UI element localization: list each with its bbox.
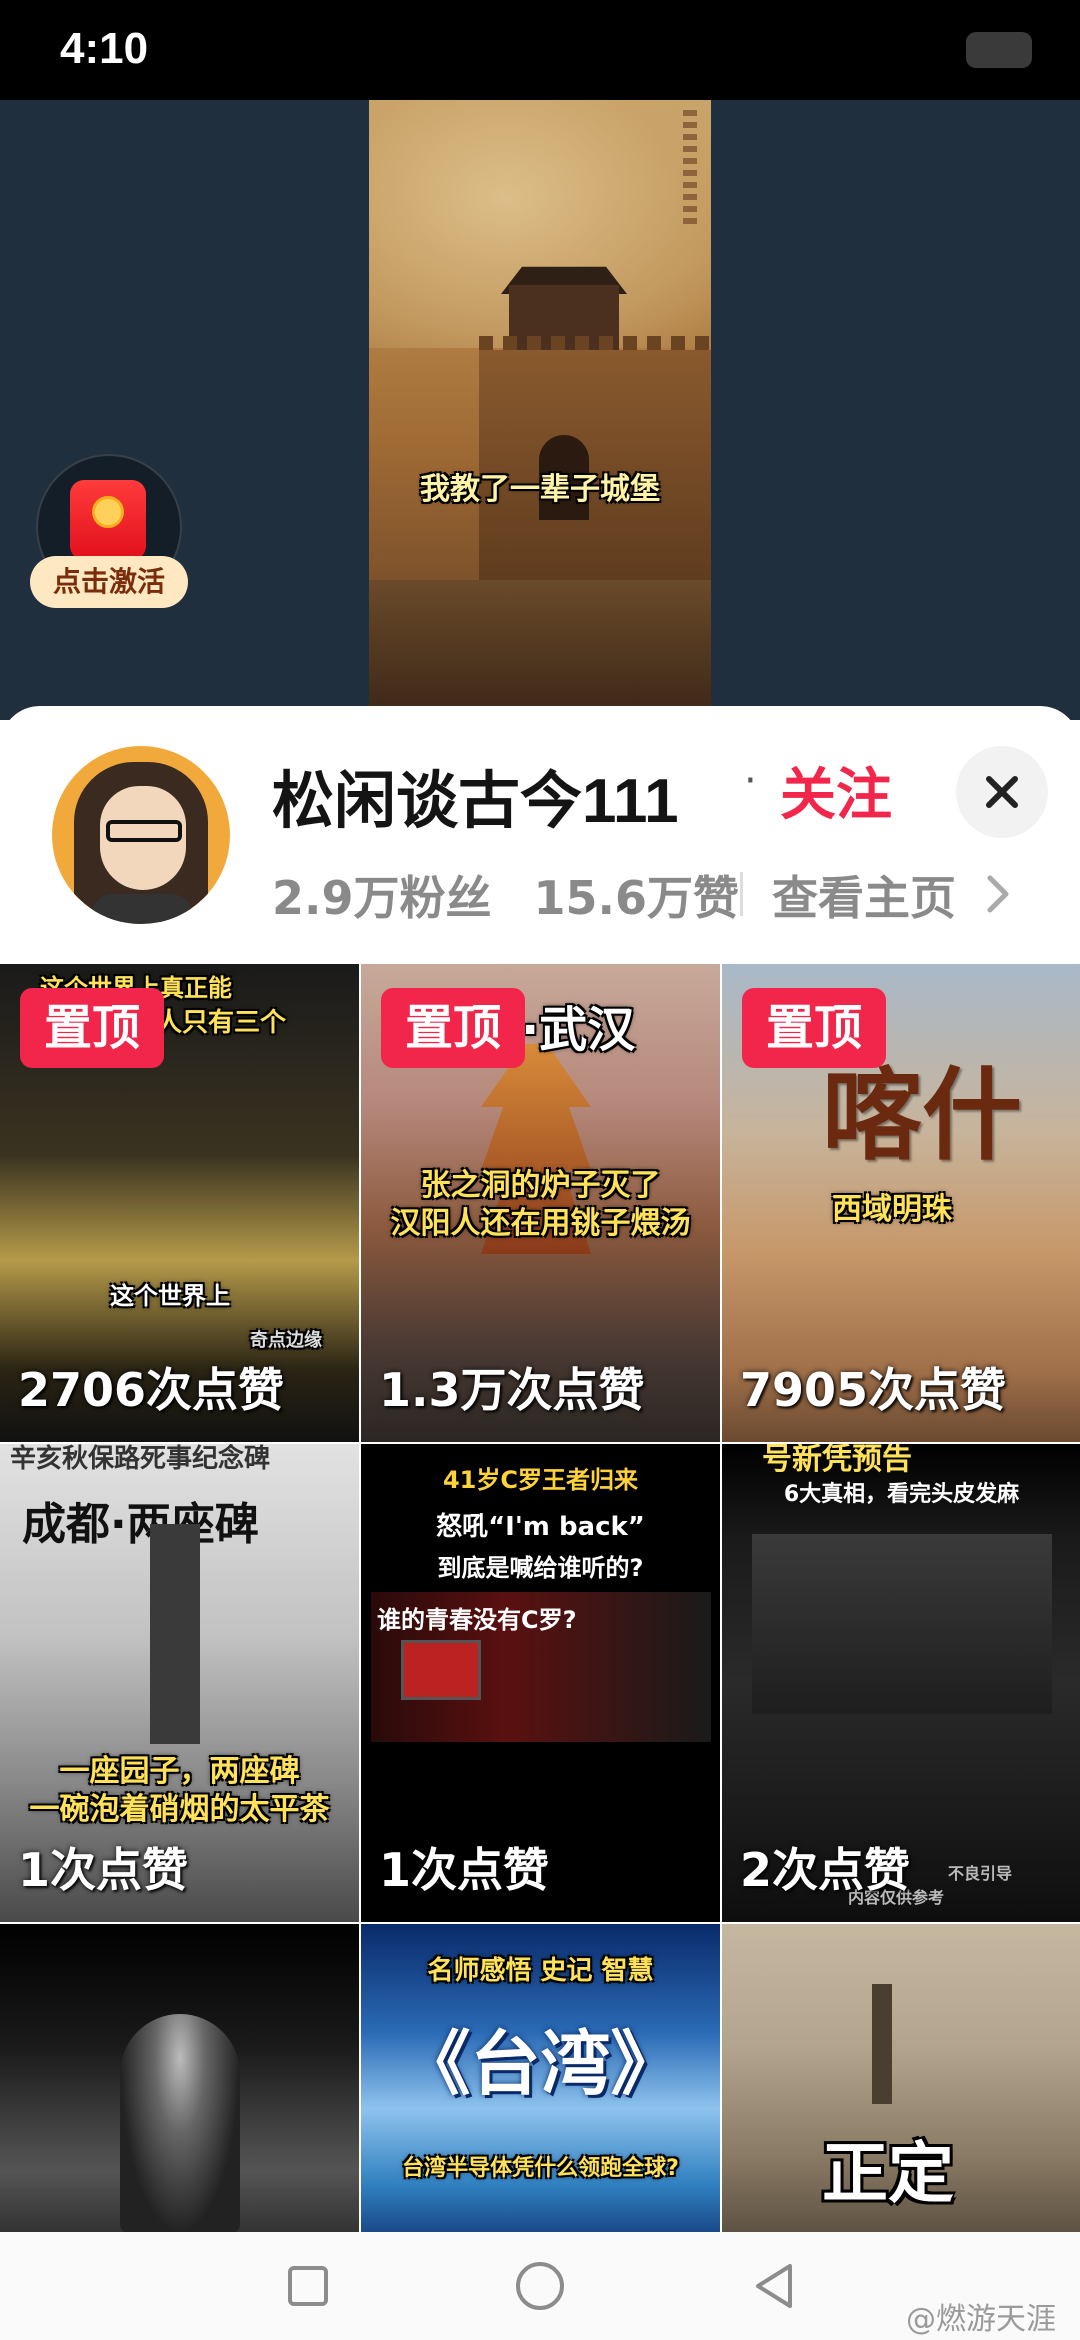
tile-6-top-text: 号新凭预告 (762, 1444, 912, 1477)
tile-4-line-2: 一碗泡着硝烟的太平茶 (29, 1792, 330, 1827)
watermark: @燃游天涯 (906, 2302, 1056, 2337)
profile-stats: 2.9万粉丝 15.6万赞 (272, 862, 765, 928)
separator-dot: · (744, 758, 757, 804)
video-seal (683, 110, 697, 230)
tile-3-subtitle: 西域明珠 (832, 1192, 952, 1227)
pinned-badge: 置顶 (381, 988, 525, 1068)
video-frame[interactable]: 我教了一辈子城堡 (369, 100, 711, 720)
tile-4-monument (150, 1524, 200, 1744)
tile-1-likes: 2706次点赞 (18, 1363, 285, 1417)
close-icon (986, 776, 1018, 808)
likes-count: 15.6万赞 (533, 871, 740, 925)
video-tile-3[interactable]: 喀什 西域明珠 置顶 7905次点赞 (722, 964, 1080, 1442)
tile-5-line-2: 怒吼“I'm back” (436, 1512, 645, 1542)
chevron-right-icon (987, 875, 1009, 913)
avatar-glasses (106, 820, 182, 842)
video-tile-9[interactable]: 正定 (722, 1924, 1080, 2232)
profile-sheet: 松闲谈古今111 · 关注 2.9万粉丝 15.6万赞 查看主页 这个世界上真正… (0, 706, 1080, 2340)
video-tile-8[interactable]: 名师感悟 史记 智慧 《台湾》 台湾半导体凭什么领跑全球? (361, 1924, 720, 2232)
back-icon[interactable] (718, 2232, 826, 2340)
tile-9-title: 正定 (822, 2135, 954, 2212)
pinned-badge: 置顶 (20, 988, 164, 1068)
tile-5-likes: 1次点赞 (379, 1843, 550, 1897)
tile-9-pagoda (872, 1984, 892, 2104)
tile-1-brand: 奇点边缘 (250, 1330, 322, 1351)
video-tile-6[interactable]: 号新凭预告 6大真相，看完头皮发麻 不良引导 内容仅供参考 2次点赞 (722, 1444, 1080, 1922)
tile-6-line-1: 6大真相，看完头皮发麻 (783, 1482, 1020, 1507)
tile-7-figure (120, 2014, 240, 2232)
tile-6-footnote: 不良引导 (948, 1864, 1013, 1883)
home-icon[interactable] (486, 2232, 594, 2340)
tile-8-title: 《台湾》 (400, 2023, 681, 2105)
status-bar: 4:10 (0, 0, 1080, 100)
tile-5-line-1: 41岁C罗王者归来 (442, 1466, 638, 1494)
video-ground (369, 580, 711, 720)
red-packet-coin-icon (92, 496, 124, 528)
tile-5-line-3: 到底是喊给谁听的? (437, 1554, 644, 1582)
video-tile-7[interactable] (0, 1924, 359, 2232)
tile-1-mid-text: 这个世界上 (110, 1282, 230, 1310)
avatar[interactable] (52, 746, 230, 924)
tile-5-tv (401, 1640, 481, 1700)
tile-8-line-2: 台湾半导体凭什么领跑全球? (402, 2156, 679, 2181)
battery-icon (966, 32, 1032, 68)
video-tile-4[interactable]: 辛亥秋保路死事纪念碑 成都·两座碑 一座园子，两座碑 一碗泡着硝烟的太平茶 1次… (0, 1444, 359, 1922)
tile-5-line-4: 谁的青春没有C罗? (377, 1606, 577, 1634)
username[interactable]: 松闲谈古今111 (272, 750, 679, 840)
stats-divider (740, 872, 743, 916)
avatar-body (92, 894, 192, 924)
video-caption: 我教了一辈子城堡 (420, 472, 660, 507)
status-time: 4:10 (60, 24, 149, 73)
followers-count: 2.9万粉丝 (272, 871, 492, 925)
close-button[interactable] (956, 746, 1048, 838)
tile-2-likes: 1.3万次点赞 (379, 1363, 645, 1417)
pinned-badge: 置顶 (742, 988, 886, 1068)
follow-button[interactable]: 关注 (780, 750, 892, 831)
video-tile-1[interactable]: 这个世界上真正能 的人只有三个 这个世界上 奇点边缘 置顶 2706次点赞 (0, 964, 359, 1442)
tile-3-likes: 7905次点赞 (740, 1363, 1007, 1417)
tile-4-top-text: 辛亥秋保路死事纪念碑 (10, 1444, 271, 1474)
red-packet-label[interactable]: 点击激活 (30, 556, 188, 608)
tile-8-line-1: 名师感悟 史记 智慧 (427, 1956, 654, 1986)
tile-6-room (752, 1534, 1052, 1714)
tile-4-title: 成都·两座碑 (22, 1499, 259, 1550)
tile-6-likes: 2次点赞 (740, 1843, 911, 1897)
view-homepage-link[interactable]: 查看主页 (772, 862, 956, 928)
tile-4-likes: 1次点赞 (18, 1843, 189, 1897)
video-tile-2[interactable]: ·武汉 张之洞的炉子灭了 汉阳人还在用铫子煨汤 置顶 1.3万次点赞 (361, 964, 720, 1442)
video-tile-5[interactable]: 41岁C罗王者归来 怒吼“I'm back” 到底是喊给谁听的? 谁的青春没有C… (361, 1444, 720, 1922)
tile-2-top-text: ·武汉 (521, 1002, 636, 1058)
video-player[interactable]: 我教了一辈子城堡 点击激活 (0, 100, 1080, 720)
recent-apps-icon[interactable] (254, 2232, 362, 2340)
tile-2-line-2: 汉阳人还在用铫子煨汤 (390, 1206, 691, 1241)
